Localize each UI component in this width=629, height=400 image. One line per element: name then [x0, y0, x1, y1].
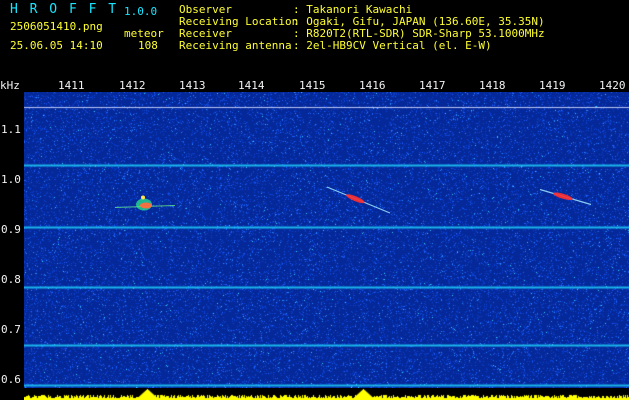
- meteor-burst-0-core: [140, 202, 152, 209]
- x-tick-1417: 1417: [419, 79, 446, 92]
- x-tick-1411: 1411: [58, 79, 85, 92]
- x-tick-1419: 1419: [539, 79, 566, 92]
- x-tick-1420: 1420: [599, 79, 626, 92]
- app-version: 1.0.0: [124, 5, 158, 18]
- x-tick-1413: 1413: [179, 79, 206, 92]
- x-tick-1412: 1412: [119, 79, 146, 92]
- y-tick-0-7: 0.7: [1, 323, 21, 336]
- spectrogram-overlay: [114, 186, 592, 214]
- signal-level-canvas: [24, 388, 629, 400]
- antenna-value: : 2el-HB9CV Vertical (el. E-W): [293, 39, 492, 52]
- x-tick-1418: 1418: [479, 79, 506, 92]
- y-tick-0-6: 0.6: [1, 373, 21, 386]
- spectrogram-view: [24, 92, 629, 388]
- file-name: 2506051410.png: [10, 20, 103, 33]
- y-tick-0-9: 0.9: [1, 223, 21, 236]
- app-title: H R O F F T: [10, 2, 119, 17]
- meteor-streak-1-hot: [346, 194, 365, 204]
- time-axis: 1411 1412 1413 1414 1415 1416 1417 1418 …: [24, 80, 629, 92]
- frequency-axis: kHz 1.1 1.0 0.9 0.8 0.7 0.6: [0, 80, 24, 388]
- antenna-label: Receiving antenna: [179, 39, 292, 52]
- y-unit: kHz: [0, 79, 20, 92]
- x-tick-1415: 1415: [299, 79, 326, 92]
- x-tick-1416: 1416: [359, 79, 386, 92]
- meteor-burst-0-spark: [141, 195, 145, 200]
- meteor-streak-2-hot: [553, 192, 573, 200]
- x-tick-1414: 1414: [238, 79, 265, 92]
- signal-level-strip: [24, 388, 629, 400]
- y-tick-1-0: 1.0: [1, 173, 21, 186]
- y-tick-0-8: 0.8: [1, 273, 21, 286]
- timestamp: 25.06.05 14:10: [10, 39, 103, 52]
- y-tick-1-1: 1.1: [1, 123, 21, 136]
- hrofft-screen: H R O F F T 1.0.0 2506051410.png meteor …: [0, 0, 629, 400]
- detection-count: 108: [138, 39, 158, 52]
